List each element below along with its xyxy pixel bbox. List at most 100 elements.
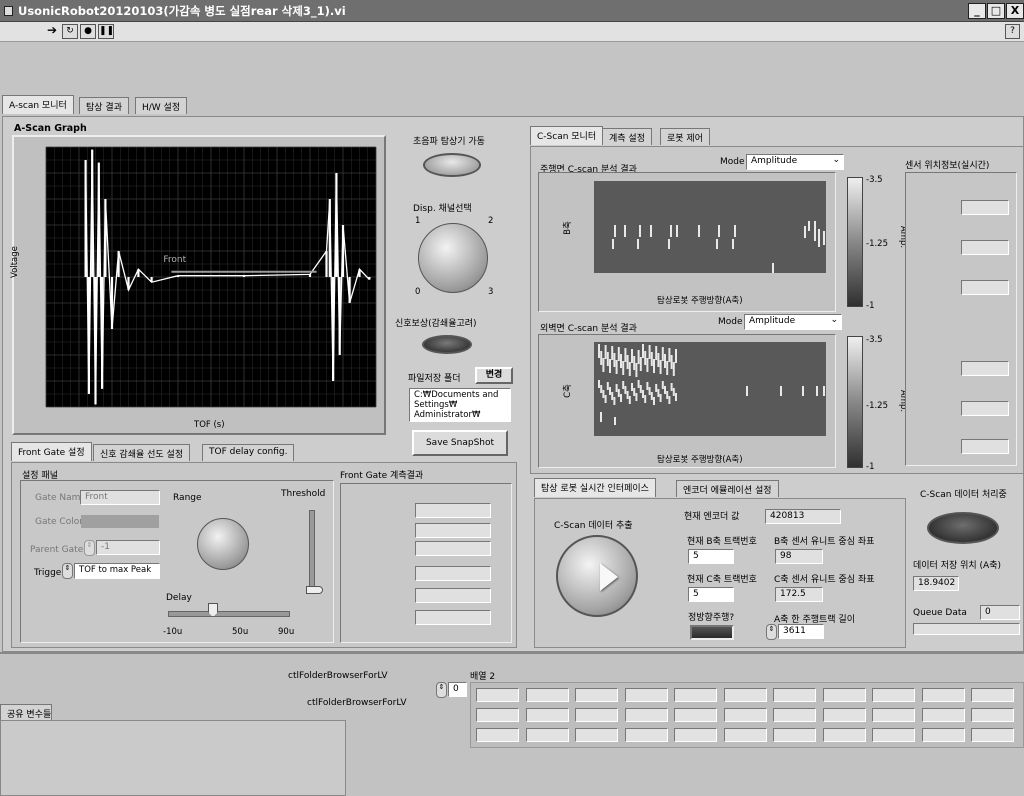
restore-button[interactable]: □ bbox=[987, 3, 1005, 19]
cscan-bot-mark bbox=[604, 345, 607, 359]
array-cell bbox=[476, 728, 519, 742]
save-snapshot-button[interactable]: Save SnapShot bbox=[412, 430, 508, 456]
track-length-field[interactable]: 3611 bbox=[778, 624, 824, 639]
cscan-top-mark bbox=[772, 263, 774, 273]
close-button[interactable]: X bbox=[1006, 3, 1024, 19]
result-value bbox=[415, 541, 491, 556]
cscan-top-mark bbox=[650, 225, 652, 237]
cscan-top-mark bbox=[698, 225, 700, 237]
array-cell bbox=[872, 728, 915, 742]
parent-gate-field[interactable]: -1 bbox=[96, 540, 160, 555]
tab-cscan-monitor[interactable]: C-Scan 모니터 bbox=[530, 126, 604, 145]
minimize-button[interactable]: _ bbox=[968, 3, 986, 19]
array-cell bbox=[773, 728, 816, 742]
cscan-bot-mark bbox=[626, 391, 629, 399]
b-track-field[interactable]: 5 bbox=[688, 549, 734, 564]
range-knob[interactable] bbox=[197, 518, 249, 570]
cscan-bot-mark bbox=[780, 386, 782, 396]
run-continuous-icon[interactable]: ↻ bbox=[62, 24, 78, 39]
tab-shared-variables[interactable]: 공유 변수들 bbox=[0, 704, 52, 721]
tab-tof-delay[interactable]: TOF delay config. bbox=[202, 444, 295, 461]
cscan-bot-mark bbox=[664, 386, 666, 394]
cscan-bot-mark bbox=[666, 361, 669, 375]
cscan-bot-xlabel: 탐상로봇 주행방향(A축) bbox=[657, 455, 743, 465]
tab-ascan-monitor[interactable]: A-scan 모니터 bbox=[2, 95, 74, 114]
delay-label: Delay bbox=[166, 593, 192, 603]
cscan-bot-scale-max: -3.5 bbox=[866, 335, 883, 345]
cscan-bot-mark bbox=[816, 386, 818, 396]
help-icon[interactable]: ? bbox=[1005, 24, 1020, 39]
array-cell bbox=[921, 708, 965, 722]
channel-select-knob[interactable] bbox=[418, 223, 488, 293]
cscan-bot-mark bbox=[609, 359, 611, 373]
array-cell bbox=[575, 728, 618, 742]
array-cell bbox=[921, 688, 965, 702]
tab-attenuation[interactable]: 신호 감쇄율 선도 설정 bbox=[93, 444, 191, 461]
gate-color-swatch[interactable] bbox=[81, 515, 159, 528]
cscan-bot-mark bbox=[639, 385, 642, 393]
pause-icon[interactable]: ❚❚ bbox=[98, 24, 114, 39]
sensor-value bbox=[961, 240, 1009, 255]
threshold-slider-track[interactable] bbox=[309, 510, 315, 594]
cscan-bot-mark bbox=[823, 386, 825, 396]
gate-name-label: Gate Name bbox=[35, 493, 86, 503]
parent-gate-stepper[interactable]: ⇕ bbox=[84, 540, 95, 556]
array-index-field[interactable]: 0 bbox=[448, 682, 467, 697]
tab-front-gate[interactable]: Front Gate 설정 bbox=[11, 442, 92, 461]
array-cell bbox=[921, 728, 965, 742]
trigger-stepper[interactable]: ⇕ bbox=[62, 563, 73, 579]
gate-name-field[interactable]: Front bbox=[80, 490, 160, 505]
cscan-top-colorscale[interactable] bbox=[847, 177, 863, 307]
cscan-top-mode-select[interactable]: Amplitude ⌄ bbox=[746, 154, 844, 170]
cscan-top-mark bbox=[668, 239, 670, 249]
array-cell bbox=[476, 688, 519, 702]
compensate-toggle[interactable] bbox=[422, 335, 472, 354]
cscan-bot-mode-select[interactable]: Amplitude ⌄ bbox=[744, 314, 842, 330]
tab-hw-settings[interactable]: H/W 설정 bbox=[135, 97, 188, 114]
toolbar: ➔ ↻ ● ❚❚ ? bbox=[0, 22, 1024, 42]
chevron-down-icon: ⌄ bbox=[832, 155, 840, 165]
cscan-top-mark bbox=[734, 225, 736, 237]
array-cell bbox=[624, 728, 668, 742]
tab-robot-control[interactable]: 로봇 제어 bbox=[660, 128, 710, 145]
trigger-field[interactable]: TOF to max Peak bbox=[74, 563, 160, 579]
cscan-top-xlabel: 탐상로봇 주행방향(A축) bbox=[657, 296, 743, 306]
cscan-bot-mark bbox=[613, 353, 616, 367]
sensor-info-panel bbox=[905, 172, 1017, 466]
folder-label: 파일저장 폴더 bbox=[408, 374, 461, 384]
delay-slider-track[interactable] bbox=[168, 611, 290, 617]
tab-encoder-emulation[interactable]: 엔코더 에뮬레이션 설정 bbox=[676, 480, 779, 497]
sensor-value bbox=[961, 439, 1009, 454]
channel-tick-0: 0 bbox=[415, 287, 421, 297]
cscan-extract-button[interactable] bbox=[556, 535, 638, 617]
cscan-bot-mark bbox=[746, 386, 748, 396]
cscan-top-mark bbox=[637, 239, 639, 249]
array-index-stepper[interactable]: ⇕ bbox=[436, 682, 447, 698]
window-title: UsonicRobot20120103(가감속 병도 실점rear 삭제3_1)… bbox=[18, 4, 346, 18]
cscan-top-mark bbox=[624, 225, 626, 237]
cscan-bot-colorscale[interactable] bbox=[847, 336, 863, 468]
folder-change-button[interactable]: 변경 bbox=[475, 367, 513, 384]
cscan-bot-mark bbox=[622, 381, 625, 389]
cscan-bot-mark bbox=[598, 344, 600, 358]
tab-robot-interface[interactable]: 탐상 로봇 실시간 인터페이스 bbox=[534, 478, 656, 497]
threshold-slider-handle[interactable] bbox=[306, 586, 323, 594]
tab-measure-settings[interactable]: 계측 설정 bbox=[602, 128, 652, 145]
ascan-graph-frame: Voltage Front TOF (s) bbox=[10, 135, 386, 435]
save-position-label: 데이터 저장 위치 (A축) bbox=[913, 561, 1002, 571]
cscan-bot-mark bbox=[606, 352, 609, 366]
settings-panel bbox=[20, 480, 334, 643]
run-arrow-icon[interactable]: ➔ bbox=[44, 24, 60, 39]
cscan-bot-ylabel: C축 bbox=[562, 384, 573, 398]
cscan-bot-mark bbox=[648, 345, 651, 359]
b-track-label: 현재 B축 트랙번호 bbox=[687, 537, 757, 547]
cscan-bot-mark bbox=[668, 348, 671, 362]
ultrasound-enable-toggle[interactable] bbox=[423, 153, 481, 177]
cscan-bot-mark bbox=[659, 360, 662, 374]
tab-inspection-results[interactable]: 탐상 결과 bbox=[79, 97, 129, 114]
c-track-field[interactable]: 5 bbox=[688, 587, 734, 602]
folder-path-field[interactable]: C:₩Documents and Settings₩ Administrator… bbox=[409, 388, 511, 422]
abort-icon[interactable]: ● bbox=[80, 24, 96, 39]
cscan-bot-mark bbox=[650, 392, 653, 400]
track-length-stepper[interactable]: ⇕ bbox=[766, 624, 777, 640]
